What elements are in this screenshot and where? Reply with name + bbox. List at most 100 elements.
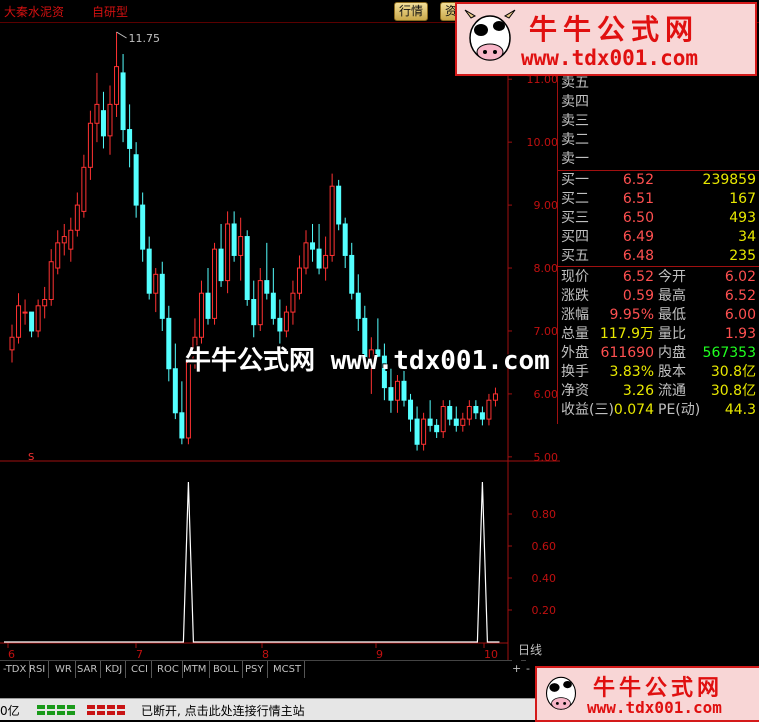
stat-row: 收益(三) 0.074 PE(动) 44.3 — [558, 401, 758, 420]
candle-body — [453, 418, 459, 426]
ytick-label: 5.00 — [534, 451, 559, 464]
candle-body — [329, 185, 335, 256]
candle-body — [16, 305, 22, 338]
candle-body — [140, 204, 146, 250]
candle-body — [408, 399, 414, 420]
indicator-tab-boll[interactable]: BOLL — [210, 661, 243, 678]
candle-body — [179, 412, 185, 439]
bid-row: 买二 6.51 167 — [558, 190, 758, 209]
candle-body — [486, 399, 492, 420]
candle-body — [388, 387, 394, 401]
candle-body — [68, 229, 74, 250]
ask-label: 卖三 — [561, 113, 589, 129]
stat-value-2: 44.3 — [724, 402, 756, 418]
ind-ytick-label: 0.20 — [532, 604, 557, 617]
stat-label-2: 流通 — [658, 383, 686, 399]
candle-body — [114, 66, 120, 105]
ask-row: 卖二 — [558, 131, 758, 150]
candle-body — [264, 280, 270, 294]
candle-body — [107, 103, 113, 137]
zoom-out-button[interactable]: - — [526, 660, 530, 677]
stock-terminal-window: 大秦水泥资 自研型 行情 资 11.00 10.00 9.00 8.00 7.00 6.0… — [0, 0, 759, 722]
max-label-leader — [116, 31, 127, 39]
bid-qty: 34 — [738, 229, 756, 245]
stat-value: 3.83% — [609, 364, 654, 380]
ask-label: 卖四 — [561, 94, 589, 110]
stat-row: 现价 6.52 今开 6.02 — [558, 268, 758, 287]
candle-body — [81, 166, 87, 212]
stat-value-2: 30.8亿 — [710, 383, 756, 399]
candle-body — [460, 418, 466, 426]
window-subtitle: 自研型 — [92, 5, 129, 19]
candle-body — [349, 254, 355, 294]
connection-status-link[interactable]: 已断开, 点击此处连接行情主站 — [141, 702, 305, 719]
candle-body — [277, 317, 283, 332]
candle-body — [414, 418, 420, 445]
candle-body — [440, 406, 446, 433]
bid-price: 6.52 — [622, 172, 654, 188]
bid-qty: 239859 — [702, 172, 756, 188]
bid-label: 买四 — [561, 229, 589, 245]
indicator-tab-psy[interactable]: PSY — [242, 661, 268, 678]
candle-body — [290, 292, 296, 313]
stat-row: 换手 3.83% 股本 30.8亿 — [558, 363, 758, 382]
cow-logo-icon — [464, 9, 516, 61]
tab-quotes[interactable]: 行情 — [394, 2, 429, 21]
ask-row: 卖一 — [558, 150, 758, 169]
candle-body — [303, 242, 309, 269]
candle-body — [421, 418, 427, 445]
stat-label: 涨幅 — [561, 307, 589, 323]
indicator-series — [4, 481, 500, 643]
zoom-in-button[interactable]: + — [512, 660, 522, 677]
bid-label: 买一 — [561, 172, 589, 188]
quote-panel: 卖五 卖四 卖三 卖二 卖一 买一 6.52 239859 买二 6.51 167 买三 6.50 49… — [557, 74, 759, 424]
ask-row: 卖三 — [558, 112, 758, 131]
status-volume: 0亿 — [0, 704, 20, 718]
stat-value: 117.9万 — [599, 326, 654, 342]
indicator-tab-mcst[interactable]: MCST — [270, 661, 306, 678]
cow-logo-icon-small — [545, 676, 577, 710]
candle-body — [336, 185, 342, 225]
candle-body — [212, 248, 218, 319]
candle-body — [342, 223, 348, 256]
stat-label-2: PE(动) — [658, 402, 701, 418]
indicator-tab-kdj[interactable]: KDJ — [102, 661, 127, 678]
indicator-tab-wr[interactable]: WR — [52, 661, 76, 678]
ind-ytick-label: 0.40 — [532, 572, 557, 585]
indicator-grid: 0.800.600.400.206 7 8 9 10 — [7, 508, 557, 661]
candle-body — [257, 280, 263, 326]
bid-label: 买五 — [561, 248, 589, 264]
indicator-tab-mtm[interactable]: MTM — [180, 661, 211, 678]
stat-label: 净资 — [561, 383, 589, 399]
candle-body — [238, 236, 244, 256]
ask-label: 卖一 — [561, 151, 589, 167]
candle-body — [74, 204, 80, 231]
stat-row: 总量 117.9万 量比 1.93 — [558, 325, 758, 344]
bid-row: 买三 6.50 493 — [558, 209, 758, 228]
candle-body — [198, 292, 204, 338]
ask-label: 卖二 — [561, 132, 589, 148]
candle-body — [172, 368, 178, 414]
candle-body — [355, 292, 361, 319]
indicator-tab-cci[interactable]: CCI — [128, 661, 152, 678]
indicator-tab-sar[interactable]: SAR — [74, 661, 102, 678]
candlestick-series: 11.75 — [9, 31, 498, 451]
stat-row: 净资 3.26 流通 30.8亿 — [558, 382, 758, 401]
ask-row: 卖五 — [558, 74, 758, 93]
stat-label-2: 最高 — [658, 288, 686, 304]
candle-body — [310, 242, 316, 250]
window-title: 大秦水泥资 — [4, 5, 65, 19]
bid-price: 6.51 — [622, 191, 654, 207]
bid-label: 买三 — [561, 210, 589, 226]
indicator-tab-roc[interactable]: ROC — [154, 661, 183, 678]
candle-body — [159, 273, 165, 319]
stat-value-2: 6.00 — [724, 307, 756, 323]
ytick-label: 10.00 — [527, 136, 559, 149]
stat-label: 外盘 — [561, 345, 589, 361]
bid-qty: 167 — [729, 191, 756, 207]
candle-body — [48, 261, 54, 300]
stat-value-2: 567353 — [702, 345, 756, 361]
indicator-tab-rsi[interactable]: RSI — [26, 661, 50, 678]
ask-row: 卖四 — [558, 93, 758, 112]
candle-body — [225, 223, 231, 282]
